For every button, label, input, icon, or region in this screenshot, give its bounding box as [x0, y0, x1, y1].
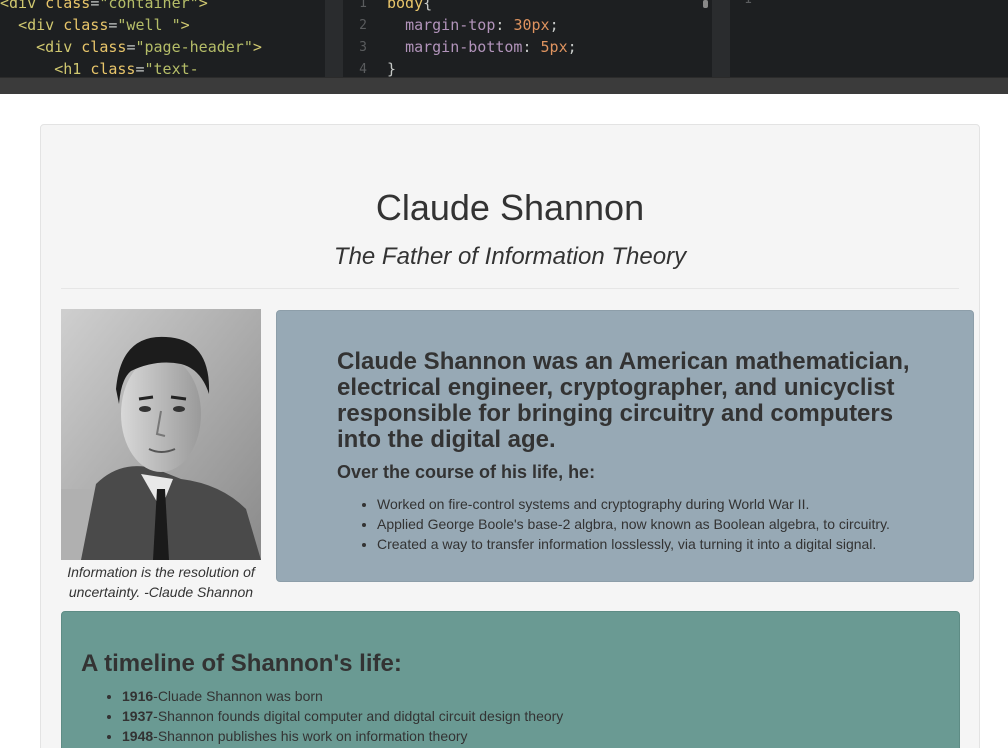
code-token: >: [180, 16, 190, 34]
code-line: margin-top: 30px;: [387, 14, 559, 36]
code-line: <div class="well ">: [0, 14, 190, 36]
code-token: margin-top: [405, 16, 496, 34]
line-number: 4: [359, 62, 367, 77]
timeline-item: 1937-Shannon founds digital computer and…: [122, 706, 563, 726]
list-item: Worked on fire-control systems and crypt…: [377, 494, 890, 514]
timeline-text: -Shannon founds digital computer and did…: [153, 708, 564, 724]
timeline-panel: A timeline of Shannon's life: 1916-Cluad…: [61, 611, 960, 748]
code-token: <h1: [54, 60, 91, 77]
code-token: =: [135, 60, 145, 77]
code-token: 5px: [540, 38, 568, 56]
code-token: {: [423, 0, 433, 12]
timeline-item: 1948-Shannon publishes his work on infor…: [122, 726, 563, 746]
portrait-photo: [61, 309, 261, 560]
timeline-year: 1937: [122, 708, 154, 724]
page-title: Claude Shannon: [375, 187, 645, 228]
portrait-caption: Information is the resolution of uncerta…: [67, 564, 255, 600]
timeline-list: 1916-Cluade Shannon was born 1937-Shanno…: [104, 686, 563, 746]
timeline-year: 1948: [122, 728, 154, 744]
pane-divider[interactable]: [325, 0, 343, 77]
code-token: ;: [567, 38, 577, 56]
pane-divider[interactable]: [712, 0, 730, 77]
intro-panel: Claude Shannon was an American mathemati…: [276, 310, 974, 582]
code-token: "page-header": [135, 38, 253, 56]
code-line: <h1 class="text-: [0, 58, 199, 77]
code-line: }: [387, 58, 396, 77]
css-editor-pane[interactable]: 1 body{2 margin-top: 30px; 3 margin-bottom…: [343, 0, 712, 77]
code-token: class: [90, 60, 136, 77]
timeline-text: -Shannon publishes his work on informati…: [153, 728, 468, 744]
line-number: 1: [740, 0, 752, 11]
timeline-title: A timeline of Shannon's life:: [81, 650, 402, 677]
code-token: :: [522, 38, 541, 56]
page-subtitle: The Father of Information Theory: [333, 243, 687, 270]
code-token: body: [387, 0, 424, 12]
code-line: body{: [387, 0, 432, 14]
code-token: 30px: [513, 16, 550, 34]
editor-resize-bar[interactable]: [0, 77, 1008, 94]
code-editor: <div class="container"> <div class="well…: [0, 0, 1008, 94]
intro-headline: Claude Shannon was an American mathemati…: [337, 348, 910, 453]
header-divider: [61, 288, 959, 289]
code-token: <div: [0, 0, 46, 12]
accomplishments-list: Worked on fire-control systems and crypt…: [359, 494, 890, 554]
js-editor-pane[interactable]: 1: [730, 0, 1008, 77]
code-token: class: [81, 38, 127, 56]
timeline-item: 1916-Cluade Shannon was born: [122, 686, 563, 706]
code-token: >: [252, 38, 262, 56]
timeline-year: 1916: [122, 688, 154, 704]
code-token: "container": [99, 0, 199, 12]
line-number: 3: [359, 40, 367, 55]
code-token: :: [495, 16, 514, 34]
list-item: Created a way to transfer information lo…: [377, 534, 890, 554]
line-number: 1: [359, 0, 367, 11]
code-token: <div: [36, 38, 82, 56]
code-line: <div class="page-header">: [0, 36, 262, 58]
code-token: "text-: [144, 60, 199, 77]
line-number: 2: [359, 18, 367, 33]
timeline-text: -Cluade Shannon was born: [153, 688, 323, 704]
portrait-image: [61, 309, 261, 560]
code-token: class: [45, 0, 91, 12]
code-token: class: [63, 16, 109, 34]
code-line: <div class="container">: [0, 0, 208, 14]
code-token: >: [198, 0, 208, 12]
code-token: margin-bottom: [405, 38, 523, 56]
code-token: =: [90, 0, 100, 12]
code-token: ;: [549, 16, 559, 34]
code-token: "well ": [117, 16, 181, 34]
code-line: margin-bottom: 5px;: [387, 36, 577, 58]
list-item: Applied George Boole's base-2 algbra, no…: [377, 514, 890, 534]
well-container: Claude Shannon The Father of Information…: [40, 124, 980, 748]
scrollbar-thumb[interactable]: [703, 0, 708, 8]
code-token: <div: [18, 16, 64, 34]
html-editor-pane[interactable]: <div class="container"> <div class="well…: [0, 0, 325, 77]
intro-subheading: Over the course of his life, he:: [337, 462, 596, 482]
code-token: }: [387, 60, 397, 77]
